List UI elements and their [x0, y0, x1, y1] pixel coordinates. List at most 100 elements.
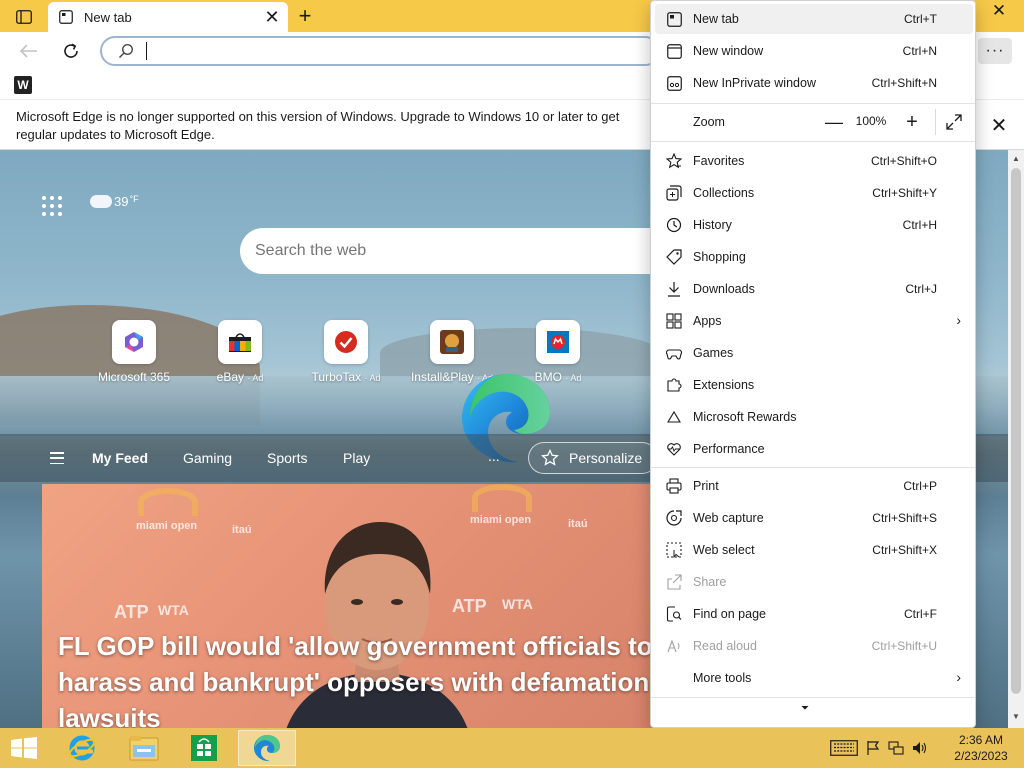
puzzle-icon	[665, 376, 683, 394]
feed-tab-sports[interactable]: Sports	[267, 450, 307, 466]
menu-scroll-down-icon[interactable]: ⏷	[801, 703, 809, 714]
quick-link-label: eBay	[216, 370, 244, 384]
reload-icon[interactable]	[58, 38, 84, 64]
menu-item-downloads[interactable]: Downloads Ctrl+J	[655, 274, 973, 304]
personalize-button[interactable]: Personalize	[528, 442, 658, 474]
background-sponsor-text: itaú	[232, 524, 252, 536]
ebay-icon	[218, 320, 262, 364]
menu-item-performance[interactable]: Performance	[655, 434, 973, 464]
system-tray	[830, 738, 928, 758]
network-icon[interactable]	[888, 740, 904, 756]
new-tab-favicon-icon	[59, 10, 73, 24]
settings-menu: New tab Ctrl+T New window Ctrl+N New InP…	[650, 0, 976, 728]
quick-link-turbotax[interactable]: TurboTax · Ad	[301, 320, 391, 384]
quick-link-ebay[interactable]: eBay · Ad	[195, 320, 285, 384]
feed-tab-gaming[interactable]: Gaming	[183, 450, 232, 466]
window-close-icon[interactable]: ✕	[976, 0, 1022, 22]
taskbar-clock[interactable]: 2:36 AM 2/23/2023	[946, 732, 1016, 764]
menu-item-read-aloud[interactable]: Read aloud Ctrl+Shift+U	[655, 631, 973, 661]
menu-item-print[interactable]: Print Ctrl+P	[655, 471, 973, 501]
fullscreen-icon[interactable]	[943, 111, 965, 133]
app-launcher-icon[interactable]	[42, 196, 62, 216]
weather-widget[interactable]: 39 °F	[90, 194, 139, 209]
back-arrow-icon[interactable]	[16, 38, 42, 64]
zoom-level: 100%	[855, 114, 887, 128]
find-icon	[665, 605, 683, 623]
menu-item-web-select[interactable]: Web select Ctrl+Shift+X	[655, 535, 973, 565]
menu-item-web-capture[interactable]: Web capture Ctrl+Shift+S	[655, 503, 973, 533]
menu-item-find-on-page[interactable]: Find on page Ctrl+F	[655, 599, 973, 629]
tab-close-icon[interactable]: ✕	[260, 5, 284, 29]
volume-icon[interactable]	[912, 740, 928, 756]
menu-shortcut: Ctrl+Shift+O	[870, 154, 937, 168]
menu-item-share[interactable]: Share	[655, 567, 973, 597]
search-icon	[118, 43, 134, 59]
zoom-out-icon[interactable]: —	[823, 111, 845, 133]
taskbar-store[interactable]	[178, 730, 230, 766]
quick-link-microsoft-365[interactable]: Microsoft 365	[89, 320, 179, 384]
zoom-in-icon[interactable]: +	[901, 111, 923, 133]
menu-label: Share	[693, 575, 727, 589]
menu-item-new-window[interactable]: New window Ctrl+N	[655, 36, 973, 66]
internet-explorer-icon	[68, 735, 96, 761]
menu-item-favorites[interactable]: Favorites Ctrl+Shift+O	[655, 146, 973, 176]
menu-item-new-inprivate-window[interactable]: New InPrivate window Ctrl+Shift+N	[655, 68, 973, 98]
web-search-box[interactable]	[240, 228, 680, 274]
settings-more-button[interactable]: ···	[978, 38, 1012, 64]
favorite-item-icon[interactable]: W	[14, 76, 32, 94]
menu-item-more-tools[interactable]: More tools ›	[655, 663, 973, 693]
tab-new-tab[interactable]: New tab ✕	[48, 2, 288, 32]
tab-actions-button[interactable]	[8, 6, 40, 28]
taskbar-file-explorer[interactable]	[118, 730, 170, 766]
address-input[interactable]	[146, 42, 546, 60]
scroll-up-arrow-icon[interactable]: ▲	[1012, 154, 1020, 163]
menu-label: History	[693, 218, 732, 232]
windows-start-icon[interactable]	[10, 737, 38, 759]
scroll-thumb[interactable]	[1011, 168, 1021, 694]
menu-label: Find on page	[693, 607, 766, 621]
news-card[interactable]: miami open itaú miami open itaú ATP WTA …	[42, 484, 652, 728]
infobar-close-icon[interactable]: ✕	[988, 114, 1010, 137]
weather-temp: 39	[114, 194, 129, 209]
menu-shortcut: Ctrl+H	[902, 218, 937, 232]
menu-separator	[651, 697, 975, 698]
menu-item-microsoft-rewards[interactable]: Microsoft Rewards	[655, 402, 973, 432]
menu-item-new-tab[interactable]: New tab Ctrl+T	[655, 4, 973, 34]
news-headline[interactable]: FL GOP bill would 'allow government offi…	[58, 628, 652, 728]
menu-separator	[651, 467, 975, 468]
read-aloud-icon	[665, 637, 683, 655]
taskbar: 2:36 AM 2/23/2023	[0, 728, 1024, 768]
turbotax-icon	[324, 320, 368, 364]
menu-item-collections[interactable]: Collections Ctrl+Shift+Y	[655, 178, 973, 208]
background-logo	[138, 488, 198, 516]
feed-more-button[interactable]: ...	[488, 448, 500, 464]
scroll-down-arrow-icon[interactable]: ▼	[1012, 712, 1020, 721]
taskbar-internet-explorer[interactable]	[56, 730, 108, 766]
zoom-divider	[935, 109, 936, 135]
background-sponsor-text: itaú	[568, 518, 588, 530]
menu-item-shopping[interactable]: Shopping	[655, 242, 973, 272]
menu-separator	[651, 103, 975, 104]
page-scrollbar[interactable]: ▲ ▼	[1008, 150, 1024, 728]
keyboard-icon[interactable]	[830, 740, 858, 756]
action-center-flag-icon[interactable]	[866, 740, 880, 756]
menu-label: Downloads	[693, 282, 755, 296]
hamburger-menu-icon[interactable]	[50, 452, 64, 464]
menu-item-extensions[interactable]: Extensions	[655, 370, 973, 400]
menu-item-apps[interactable]: Apps ›	[655, 306, 973, 336]
infobar-message: Microsoft Edge is no longer supported on…	[16, 109, 620, 142]
menu-item-games[interactable]: Games	[655, 338, 973, 368]
taskbar-edge[interactable]	[238, 730, 296, 766]
address-bar[interactable]	[100, 36, 660, 66]
clock-date: 2/23/2023	[954, 749, 1008, 763]
menu-shortcut: Ctrl+Shift+N	[871, 76, 937, 90]
feed-tab-play[interactable]: Play	[343, 450, 370, 466]
heartbeat-icon	[665, 440, 683, 458]
menu-label: Collections	[693, 186, 755, 200]
web-search-input[interactable]	[255, 242, 635, 260]
new-tab-plus-icon[interactable]: +	[292, 3, 318, 28]
menu-item-history[interactable]: History Ctrl+H	[655, 210, 973, 240]
menu-shortcut: Ctrl+T	[904, 12, 937, 26]
feed-tab-my-feed[interactable]: My Feed	[92, 450, 148, 466]
menu-shortcut: Ctrl+Shift+Y	[872, 186, 937, 200]
